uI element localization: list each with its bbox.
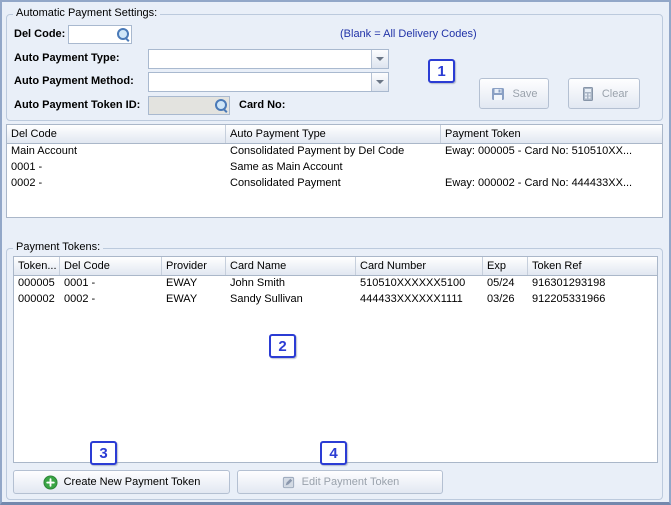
cell-del-code: 0001 - bbox=[64, 277, 96, 289]
group-title-payment-tokens: Payment Tokens: bbox=[13, 241, 104, 253]
column-header-card-name[interactable]: Card Name bbox=[226, 257, 356, 275]
table-row[interactable]: 000005 0001 - EWAY John Smith 510510XXXX… bbox=[14, 276, 657, 292]
search-icon bbox=[214, 99, 228, 112]
auto-payment-token-id-input[interactable] bbox=[149, 98, 213, 113]
cell-auto-payment-type: Same as Main Account bbox=[230, 161, 343, 173]
cell-card-name: John Smith bbox=[230, 277, 286, 289]
callout-4: 4 bbox=[320, 441, 347, 465]
save-icon bbox=[492, 87, 505, 100]
cell-del-code: 0001 - bbox=[11, 161, 43, 173]
table-header: Del Code Auto Payment Type Payment Token bbox=[7, 125, 662, 144]
chevron-down-icon bbox=[376, 57, 384, 61]
auto-payment-type-label: Auto Payment Type: bbox=[14, 52, 120, 64]
payment-tokens-table: Token... Del Code Provider Card Name Car… bbox=[13, 256, 658, 463]
edit-icon bbox=[282, 476, 294, 488]
cell-del-code: 0002 - bbox=[64, 293, 96, 305]
cell-del-code: Main Account bbox=[11, 145, 78, 157]
cell-token-ref: 912205331966 bbox=[532, 293, 606, 305]
column-header-del-code[interactable]: Del Code bbox=[60, 257, 162, 275]
save-button-label: Save bbox=[512, 87, 538, 100]
column-header-del-code[interactable]: Del Code bbox=[7, 125, 226, 143]
cell-auto-payment-type: Consolidated Payment bbox=[230, 177, 341, 189]
column-header-token-id[interactable]: Token... bbox=[14, 257, 60, 275]
del-code-input[interactable] bbox=[69, 27, 115, 42]
cell-del-code: 0002 - bbox=[11, 177, 43, 189]
automatic-payment-settings-group: Automatic Payment Settings: Del Code: (B… bbox=[6, 7, 663, 121]
table-row[interactable]: 0002 - Consolidated Payment Eway: 000002… bbox=[7, 176, 662, 192]
auto-payment-method-dropdown-button[interactable] bbox=[371, 73, 388, 91]
cell-payment-token bbox=[441, 160, 662, 176]
auto-payment-token-id-label: Auto Payment Token ID: bbox=[14, 99, 141, 111]
auto-payment-method-select[interactable] bbox=[148, 72, 389, 92]
column-header-exp[interactable]: Exp bbox=[483, 257, 528, 275]
blank-hint: (Blank = All Delivery Codes) bbox=[340, 28, 477, 40]
callout-3: 3 bbox=[90, 441, 117, 465]
auto-payment-assignments-table: Del Code Auto Payment Type Payment Token… bbox=[6, 124, 663, 218]
column-header-token-ref[interactable]: Token Ref bbox=[528, 257, 657, 275]
auto-payment-token-id-field[interactable] bbox=[148, 96, 230, 115]
column-header-auto-payment-type[interactable]: Auto Payment Type bbox=[226, 125, 441, 143]
clear-button[interactable]: Clear bbox=[568, 78, 640, 109]
del-code-field[interactable] bbox=[68, 25, 132, 44]
create-new-payment-token-label: Create New Payment Token bbox=[63, 476, 201, 488]
table-row[interactable]: 000002 0002 - EWAY Sandy Sullivan 444433… bbox=[14, 292, 657, 308]
cell-payment-token: Eway: 000002 - Card No: 444433XX... bbox=[445, 177, 633, 189]
cell-auto-payment-type: Consolidated Payment by Del Code bbox=[230, 145, 405, 157]
column-header-payment-token[interactable]: Payment Token bbox=[441, 125, 662, 143]
cell-exp: 05/24 bbox=[487, 277, 515, 289]
callout-2: 2 bbox=[269, 334, 296, 358]
del-code-label: Del Code: bbox=[14, 28, 66, 40]
cell-provider: EWAY bbox=[166, 277, 198, 289]
search-icon bbox=[116, 28, 130, 41]
table-row[interactable]: 0001 - Same as Main Account bbox=[7, 160, 662, 176]
chevron-down-icon bbox=[376, 80, 384, 84]
plus-circle-icon bbox=[43, 474, 58, 490]
card-no-label: Card No: bbox=[239, 99, 286, 111]
create-new-payment-token-button[interactable]: Create New Payment Token bbox=[13, 470, 230, 494]
column-header-provider[interactable]: Provider bbox=[162, 257, 226, 275]
auto-payment-method-label: Auto Payment Method: bbox=[14, 75, 134, 87]
cell-card-name: Sandy Sullivan bbox=[230, 293, 303, 305]
table-header: Token... Del Code Provider Card Name Car… bbox=[14, 257, 657, 276]
clear-button-label: Clear bbox=[601, 87, 629, 100]
save-button[interactable]: Save bbox=[479, 78, 549, 109]
cell-exp: 03/26 bbox=[487, 293, 515, 305]
edit-payment-token-label: Edit Payment Token bbox=[301, 476, 400, 488]
payment-settings-panel: Automatic Payment Settings: Del Code: (B… bbox=[0, 0, 671, 505]
auto-payment-type-dropdown-button[interactable] bbox=[371, 50, 388, 68]
clear-icon bbox=[582, 86, 593, 101]
auto-payment-type-select[interactable] bbox=[148, 49, 389, 69]
table-body: Main Account Consolidated Payment by Del… bbox=[7, 144, 662, 217]
table-row[interactable]: Main Account Consolidated Payment by Del… bbox=[7, 144, 662, 160]
edit-payment-token-button[interactable]: Edit Payment Token bbox=[237, 470, 443, 494]
column-header-card-number[interactable]: Card Number bbox=[356, 257, 483, 275]
cell-token-id: 000002 bbox=[18, 293, 55, 305]
cell-card-number: 444433XXXXXX1111 bbox=[360, 293, 463, 305]
token-id-search-icon[interactable] bbox=[213, 97, 229, 114]
auto-payment-method-value bbox=[149, 73, 371, 91]
callout-1: 1 bbox=[428, 59, 455, 83]
group-title-automatic-payment-settings: Automatic Payment Settings: bbox=[13, 7, 161, 19]
cell-payment-token: Eway: 000005 - Card No: 510510XX... bbox=[445, 145, 633, 157]
cell-token-id: 000005 bbox=[18, 277, 55, 289]
cell-provider: EWAY bbox=[166, 293, 198, 305]
auto-payment-type-value bbox=[149, 50, 371, 68]
cell-token-ref: 916301293198 bbox=[532, 277, 606, 289]
table-body: 000005 0001 - EWAY John Smith 510510XXXX… bbox=[14, 276, 657, 462]
del-code-search-icon[interactable] bbox=[115, 26, 131, 43]
cell-card-number: 510510XXXXXX5100 bbox=[360, 277, 466, 289]
